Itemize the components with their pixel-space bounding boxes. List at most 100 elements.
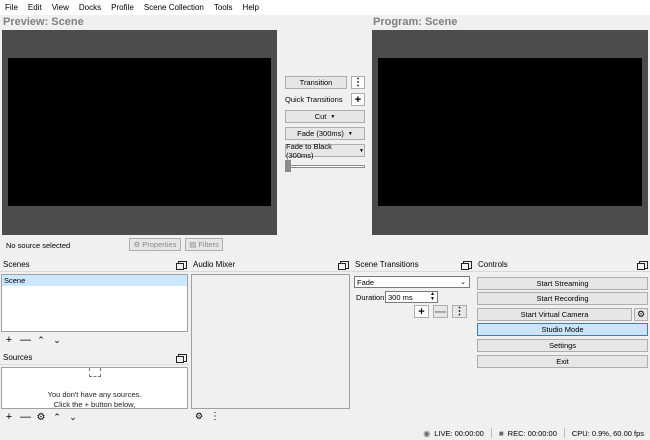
transition-select[interactable]: Fade ⌄ [354,276,470,288]
more-vertical-icon: ⋮ [353,77,363,88]
live-time: LIVE: 00:00:00 [434,428,484,438]
duration-label: Duration [356,293,385,302]
scenes-list: Scene [1,274,188,332]
move-up-icon[interactable]: ⌃ [52,412,62,423]
studio-mode-button[interactable]: Studio Mode [477,323,648,336]
start-recording-button[interactable]: Start Recording [477,292,648,305]
duration-value: 300 ms [388,292,413,302]
undock-icon[interactable] [176,354,187,363]
audio-mixer-area [191,274,350,409]
undock-icon[interactable] [176,261,187,270]
quick-transition-fade-to-black[interactable]: Fade to Black (300ms) ▼ [285,141,365,160]
transition-menu-button[interactable]: ⋮ [351,76,365,89]
gear-icon[interactable]: ⚙ [36,412,46,423]
duration-spinbox[interactable]: 300 ms ▲ ▼ [385,291,438,303]
tbar-track[interactable] [285,165,365,168]
dropdown-arrow-icon: ▼ [347,130,353,137]
audio-mixer-title: Audio Mixer [193,260,236,269]
undock-icon[interactable] [461,261,472,270]
rec-icon: ■ [498,428,504,438]
program-screen [378,58,642,206]
menu-profile[interactable]: Profile [106,3,139,12]
move-down-icon[interactable]: ⌄ [68,412,78,423]
audio-mixer-dock: Audio Mixer ⚙ ⋮ [190,258,351,426]
add-quick-transition-button[interactable]: + [351,93,365,106]
menu-view[interactable]: View [47,3,74,12]
undock-icon[interactable] [637,261,648,270]
remove-transition-button[interactable]: — [433,305,448,318]
scenes-dock-title: Scenes [0,258,189,272]
scene-transitions-title: Scene Transitions [355,260,419,269]
properties-button[interactable]: ⚙ Properties [129,238,181,251]
sources-empty-icon [89,368,101,377]
move-down-icon[interactable]: ⌄ [52,335,62,346]
transition-select-value: Fade [357,277,375,287]
quick-transitions-label: Quick Transitions [285,95,343,104]
move-up-icon[interactable]: ⌃ [36,335,46,346]
menu-docks[interactable]: Docks [74,3,106,12]
menu-scene-collection[interactable]: Scene Collection [139,3,209,12]
quick-transition-cut[interactable]: Cut ▼ [285,110,365,123]
settings-button[interactable]: Settings [477,339,648,352]
scene-list-item[interactable]: Scene [2,275,187,286]
program-title: Program: Scene [373,16,458,28]
controls-dock: Controls Start Streaming Start Recording… [475,258,650,426]
controls-dock-title: Controls [475,258,650,272]
status-separator [490,428,492,438]
gear-icon: ⚙ [636,309,646,319]
filters-button[interactable]: ▤ Filters [185,238,223,251]
status-separator [563,428,565,438]
properties-label: Properties [142,240,177,249]
audio-mixer-toolbar: ⚙ ⋮ [194,411,220,422]
no-source-label: No source selected [6,241,71,250]
start-streaming-button[interactable]: Start Streaming [477,277,648,290]
advanced-audio-gear-icon[interactable]: ⚙ [194,411,204,422]
menu-help[interactable]: Help [238,3,264,12]
scene-transitions-dock-title: Scene Transitions [352,258,474,272]
spin-arrows-icon: ▲ ▼ [430,291,435,302]
remove-scene-icon[interactable]: — [20,334,31,346]
more-vertical-icon: ⋮ [454,306,465,317]
preview-canvas[interactable] [2,30,277,235]
filters-label: Filters [198,240,219,249]
cpu-fps: CPU: 0.9%, 60.00 fps [571,428,644,438]
plus-icon: + [418,305,425,318]
undock-icon[interactable] [338,261,349,270]
tbar-handle[interactable] [285,160,291,172]
menu-tools[interactable]: Tools [209,3,238,12]
virtual-camera-settings-button[interactable]: ⚙ [634,308,648,321]
exit-button[interactable]: Exit [477,355,648,368]
sources-empty-line2: Click the + button below, [53,400,136,409]
filter-icon: ▤ [189,240,197,249]
chevron-down-icon: ⌄ [460,279,466,286]
quick-transition-fade[interactable]: Fade (300ms) ▼ [285,127,365,140]
add-transition-button[interactable]: + [414,305,429,318]
preview-screen [8,58,271,206]
start-virtual-camera-button[interactable]: Start Virtual Camera [477,308,632,321]
menu-file[interactable]: File [0,3,23,12]
sources-dock: Sources You don't have any sources. Clic… [0,351,189,426]
minus-icon: — [435,305,446,318]
status-bar: ◉ LIVE: 00:00:00 ■ REC: 00:00:00 CPU: 0.… [0,426,650,440]
remove-source-icon[interactable]: — [20,411,31,423]
menu-edit[interactable]: Edit [23,3,47,12]
more-vertical-icon[interactable]: ⋮ [210,411,220,422]
sources-list: You don't have any sources. Click the + … [1,367,188,409]
add-source-icon[interactable]: + [4,411,14,423]
sources-title: Sources [3,353,33,362]
plus-icon: + [354,93,362,106]
transition-button[interactable]: Transition [285,76,347,89]
fade-to-black-label: Fade to Black (300ms) [286,141,332,160]
cut-label: Cut [314,112,327,121]
fade-label: Fade (300ms) [297,129,344,138]
scenes-dock: Scenes Scene + — ⌃ ⌄ [0,258,189,350]
sources-dock-title: Sources [0,351,189,365]
transition-properties-button[interactable]: ⋮ [452,305,467,318]
audio-mixer-dock-title: Audio Mixer [190,258,351,272]
program-canvas[interactable] [372,30,648,235]
scene-transitions-dock: Scene Transitions Fade ⌄ Duration 300 ms… [352,258,474,426]
scenes-title: Scenes [3,260,30,269]
rec-time: REC: 00:00:00 [507,428,557,438]
add-scene-icon[interactable]: + [4,334,14,346]
scenes-toolbar: + — ⌃ ⌄ [4,334,62,346]
